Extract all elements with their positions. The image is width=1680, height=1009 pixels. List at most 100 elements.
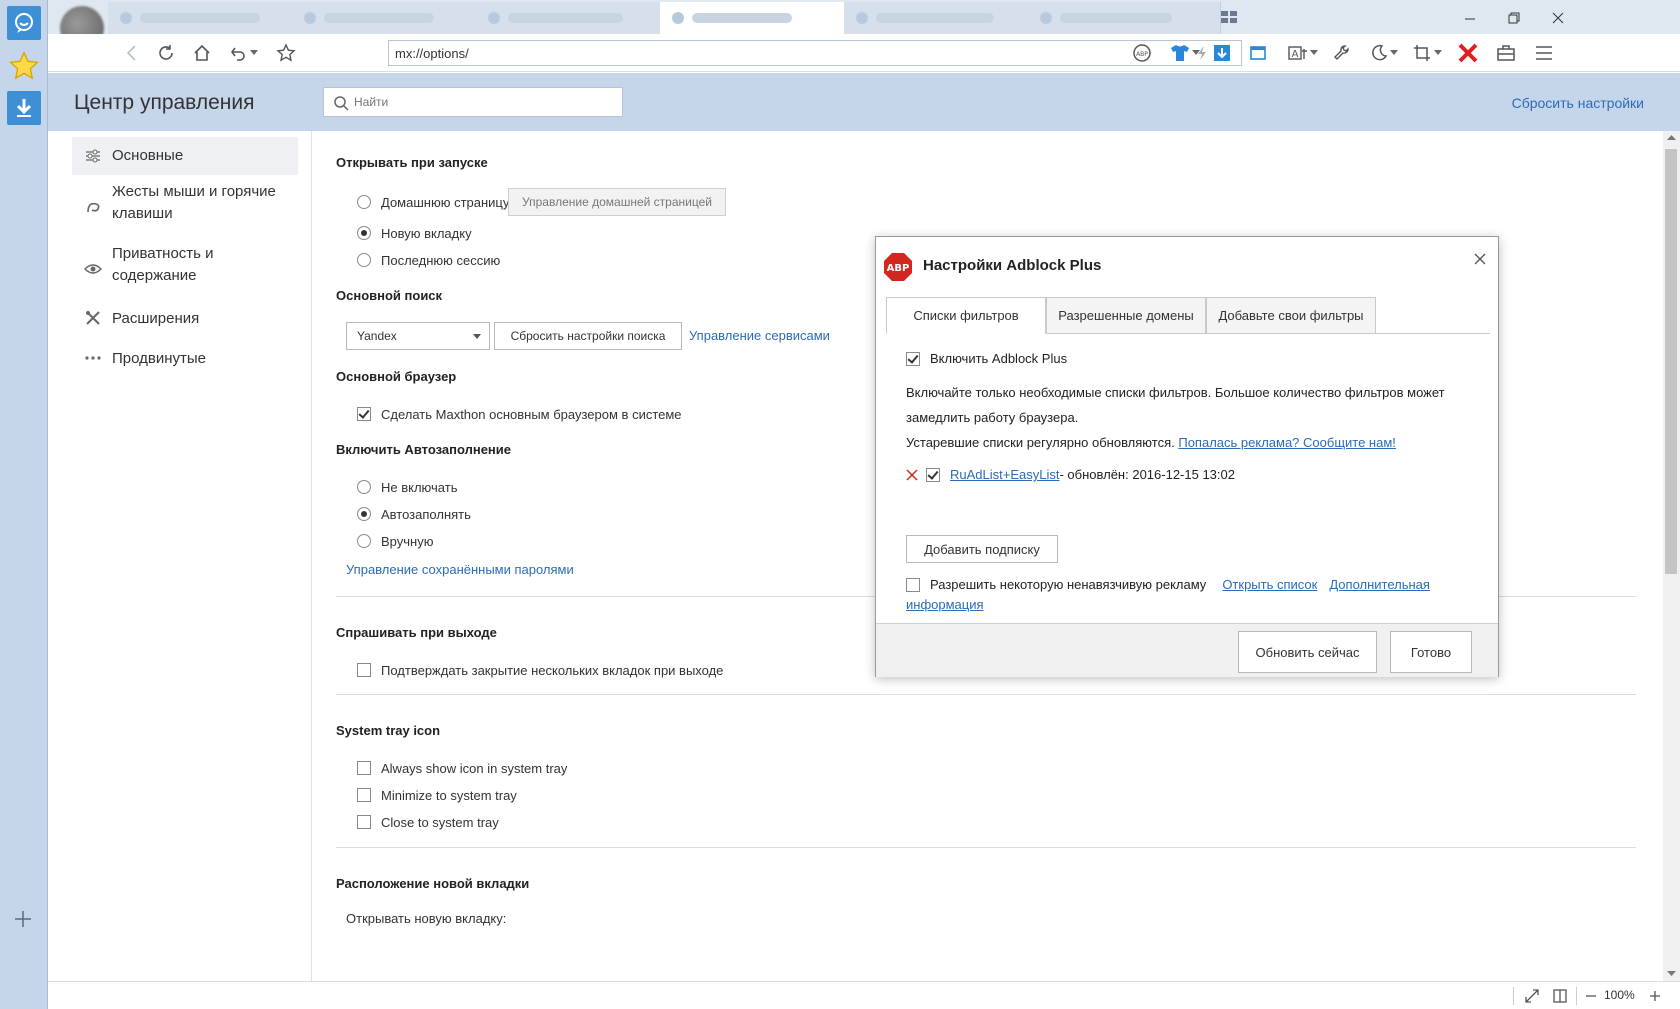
translate-icon[interactable]: A xyxy=(1286,41,1310,65)
minimize-window-icon[interactable] xyxy=(1460,8,1480,28)
reset-search-button[interactable]: Сбросить настройки поиска xyxy=(494,322,682,350)
zoom-in-icon[interactable] xyxy=(1648,988,1662,1004)
report-ad-link[interactable]: Попалась реклама? Сообщите нам! xyxy=(1178,435,1396,450)
checkbox-tray-minimize[interactable]: Minimize to system tray xyxy=(357,785,517,805)
checkbox-tray-close[interactable]: Close to system tray xyxy=(357,812,499,832)
radio-autofill-off[interactable]: Не включать xyxy=(357,477,457,497)
close-window-icon[interactable] xyxy=(1548,8,1568,28)
checkbox-unchecked[interactable] xyxy=(357,663,371,677)
skin-dropdown-icon[interactable] xyxy=(1190,41,1202,65)
tab-allowed-domains[interactable]: Разрешенные домены xyxy=(1046,297,1206,334)
tools-wrench-icon[interactable] xyxy=(1330,41,1354,65)
checkbox-unchecked[interactable] xyxy=(357,788,371,802)
chat-bubble-icon[interactable] xyxy=(7,6,41,40)
browser-tab[interactable] xyxy=(292,2,485,34)
address-input[interactable] xyxy=(389,41,1169,65)
filter-list-link[interactable]: RuAdList+EasyList xyxy=(950,467,1059,482)
abp-toolbar-icon[interactable]: ABP xyxy=(1130,41,1154,65)
radio-startup-newtab[interactable]: Новую вкладку xyxy=(357,223,472,243)
radio-startup-session[interactable]: Последнюю сессию xyxy=(357,250,500,270)
undo-dropdown-icon[interactable] xyxy=(248,41,260,65)
checkbox-default-browser[interactable]: Сделать Maxthon основным браузером в сис… xyxy=(357,404,682,424)
browser-tab[interactable] xyxy=(844,2,1037,34)
browser-tab[interactable] xyxy=(1028,2,1221,34)
restore-window-icon[interactable] xyxy=(1504,8,1524,28)
checkbox-checked[interactable] xyxy=(906,351,920,366)
checkbox-confirm-close[interactable]: Подтверждать закрытие нескольких вкладок… xyxy=(357,660,723,680)
undo-icon[interactable] xyxy=(226,41,250,65)
checkbox-acceptable-ads[interactable]: Разрешить некоторую ненавязчивую рекламу… xyxy=(906,577,1430,592)
add-subscription-button[interactable]: Добавить подписку xyxy=(906,535,1058,563)
vertical-scrollbar[interactable] xyxy=(1663,131,1680,981)
scrollbar-thumb[interactable] xyxy=(1665,149,1677,574)
checkbox-checked[interactable] xyxy=(357,407,371,421)
add-sidebar-item-icon[interactable] xyxy=(12,908,34,930)
radio-autofill-auto[interactable]: Автозаполнять xyxy=(357,504,471,524)
fullscreen-icon[interactable] xyxy=(1524,988,1540,1004)
checkbox-unchecked[interactable] xyxy=(906,577,920,592)
browser-tab-active[interactable] xyxy=(660,2,853,34)
tab-filter-lists[interactable]: Списки фильтров xyxy=(886,297,1046,334)
translate-dropdown-icon[interactable] xyxy=(1308,41,1320,65)
back-icon[interactable] xyxy=(120,41,144,65)
radio-startup-home[interactable]: Домашнюю страницу xyxy=(357,192,509,212)
checkbox-enable-abp[interactable]: Включить Adblock Plus xyxy=(906,351,1067,366)
nav-item-label: Расширения xyxy=(112,310,200,327)
snap-window-icon[interactable] xyxy=(1246,41,1270,65)
checkbox-tray-always[interactable]: Always show icon in system tray xyxy=(357,758,567,778)
zoom-level[interactable]: 100% xyxy=(1604,988,1635,1002)
screenshot-dropdown-icon[interactable] xyxy=(1432,41,1444,65)
address-bar[interactable] xyxy=(388,40,1242,66)
main-menu-icon[interactable] xyxy=(1532,41,1556,65)
zoom-out-icon[interactable] xyxy=(1584,988,1598,1004)
download-icon[interactable] xyxy=(7,91,41,125)
scroll-down-arrow-icon[interactable] xyxy=(1667,971,1676,977)
radio-autofill-manual[interactable]: Вручную xyxy=(357,531,433,551)
nav-item-privacy[interactable]: Приватность и содержание xyxy=(72,243,298,291)
radio-circle[interactable] xyxy=(357,534,371,548)
manage-passwords-link[interactable]: Управление сохранёнными паролями xyxy=(346,562,574,577)
browser-tab[interactable] xyxy=(108,2,301,34)
toolbox-icon[interactable] xyxy=(1494,41,1518,65)
browser-tab[interactable] xyxy=(476,2,669,34)
favorites-star-icon[interactable] xyxy=(7,49,41,83)
night-mode-icon[interactable] xyxy=(1366,41,1390,65)
search-engine-select[interactable]: Yandex xyxy=(346,322,490,350)
nav-item-basic[interactable]: Основные xyxy=(72,137,298,175)
radio-circle-selected[interactable] xyxy=(357,507,371,521)
screenshot-crop-icon[interactable] xyxy=(1410,41,1434,65)
scroll-up-arrow-icon[interactable] xyxy=(1667,135,1676,141)
radio-circle[interactable] xyxy=(357,195,371,209)
reset-settings-link[interactable]: Сбросить настройки xyxy=(1512,95,1644,111)
done-button[interactable]: Готово xyxy=(1390,631,1472,673)
reload-icon[interactable] xyxy=(154,41,178,65)
split-view-icon[interactable] xyxy=(1552,988,1568,1004)
manage-services-link[interactable]: Управление сервисами xyxy=(689,328,830,343)
radio-circle[interactable] xyxy=(357,253,371,267)
search-input[interactable] xyxy=(354,92,614,112)
open-list-link[interactable]: Открыть список xyxy=(1222,577,1317,592)
downloads-toolbar-icon[interactable] xyxy=(1210,41,1234,65)
options-search[interactable] xyxy=(323,87,623,117)
update-now-button[interactable]: Обновить сейчас xyxy=(1238,631,1377,673)
nav-item-extensions[interactable]: Расширения xyxy=(72,305,298,333)
bookmark-star-icon[interactable] xyxy=(274,41,298,65)
checkbox-unchecked[interactable] xyxy=(357,761,371,775)
night-mode-dropdown-icon[interactable] xyxy=(1388,41,1400,65)
more-info-link-cont[interactable]: информация xyxy=(906,597,984,612)
checkbox-checked[interactable] xyxy=(926,467,940,482)
close-red-x-icon[interactable] xyxy=(1456,41,1480,65)
more-info-link[interactable]: Дополнительная xyxy=(1329,577,1430,592)
radio-circle[interactable] xyxy=(357,480,371,494)
radio-circle-selected[interactable] xyxy=(357,226,371,240)
nav-item-advanced[interactable]: Продвинутые xyxy=(72,345,298,373)
close-icon[interactable] xyxy=(1473,252,1487,266)
remove-filter-icon[interactable] xyxy=(906,468,918,481)
tab-grid-icon[interactable] xyxy=(1220,9,1238,25)
tab-custom-filters[interactable]: Добавьте свои фильтры xyxy=(1206,297,1376,334)
manage-homepage-button[interactable]: Управление домашней страницей xyxy=(508,188,726,216)
nav-item-gestures[interactable]: Жесты мыши и горячие клавиши xyxy=(72,181,298,229)
checkbox-unchecked[interactable] xyxy=(357,815,371,829)
skin-shirt-icon[interactable] xyxy=(1168,41,1192,65)
home-icon[interactable] xyxy=(190,41,214,65)
